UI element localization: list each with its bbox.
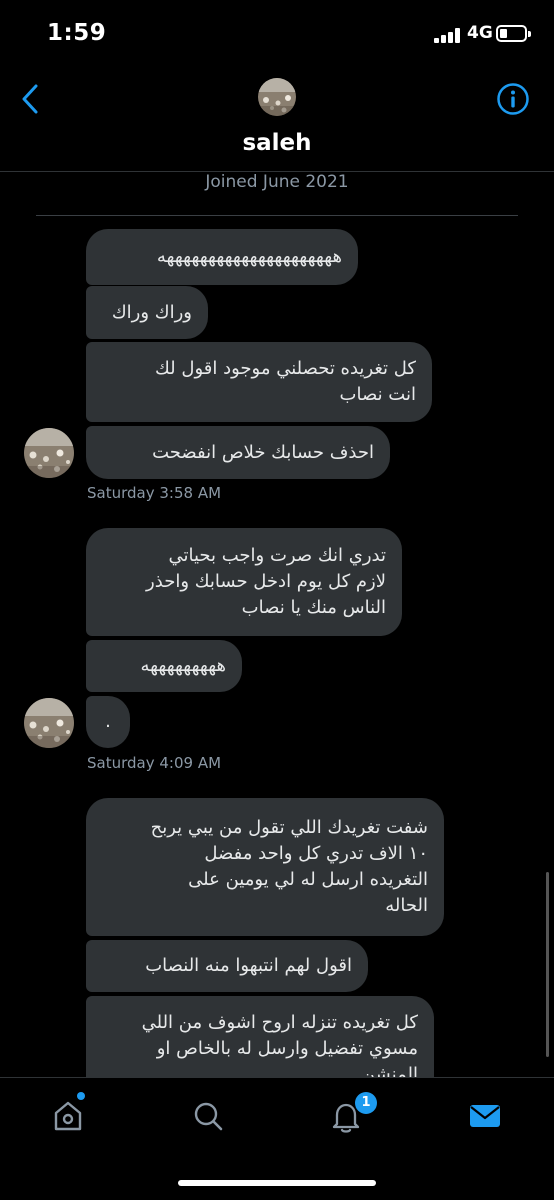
sender-avatar[interactable] [24, 698, 74, 748]
message-list[interactable]: Joined June 2021 هههههههههههههههههههههه … [0, 172, 554, 1077]
message-bubble[interactable]: هههههههههههههههههههههه [86, 229, 358, 285]
home-icon [54, 1101, 82, 1131]
tab-messages[interactable] [465, 1096, 505, 1136]
back-button[interactable] [18, 82, 44, 116]
network-label: 4G [467, 23, 493, 43]
battery-icon [496, 25, 531, 42]
chevron-left-icon [22, 84, 38, 114]
message-bubble[interactable]: كل تغريده تنزله اروح اشوف من اللي مسوي تف… [86, 996, 434, 1077]
notifications-badge: 1 [355, 1092, 377, 1114]
message-bubble[interactable]: اقول لهم انتبهوا منه النصاب [86, 940, 368, 992]
search-icon [194, 1102, 223, 1131]
status-bar: 1:59 4G [0, 0, 554, 68]
message-bubble[interactable]: كل تغريده تحصلني موجود اقول لك انت نصاب [86, 342, 432, 422]
divider [36, 215, 518, 216]
info-button[interactable] [496, 82, 530, 116]
message-bubble[interactable]: وراك وراك [86, 286, 208, 339]
message-bubble[interactable]: تدري انك صرت واجب بحياتي لازم كل يوم ادخل… [86, 528, 402, 636]
conversation-header: saleh [0, 68, 554, 172]
tab-home[interactable] [48, 1096, 88, 1136]
scrollbar[interactable] [546, 872, 549, 1057]
joined-date: Joined June 2021 [205, 172, 349, 192]
message-bubble[interactable]: هههههههههه [86, 640, 242, 692]
signal-icon [434, 27, 462, 43]
header-avatar[interactable] [258, 78, 296, 116]
info-icon [497, 83, 529, 115]
tab-search[interactable] [188, 1096, 228, 1136]
home-indicator [178, 1180, 376, 1186]
message-bubble[interactable]: احذف حسابك خلاص انفضحت [86, 426, 390, 479]
status-time: 1:59 [47, 20, 107, 46]
home-dot-indicator [77, 1092, 85, 1100]
message-bubble[interactable]: . [86, 696, 130, 748]
message-timestamp: Saturday 4:09 AM [87, 754, 222, 772]
mail-icon [470, 1105, 500, 1127]
sender-avatar[interactable] [24, 428, 74, 478]
contact-name: saleh [242, 130, 312, 156]
message-bubble[interactable]: شفت تغريدك اللي تقول من يبي يربح ١٠ الاف … [86, 798, 444, 936]
message-timestamp: Saturday 3:58 AM [87, 484, 222, 502]
